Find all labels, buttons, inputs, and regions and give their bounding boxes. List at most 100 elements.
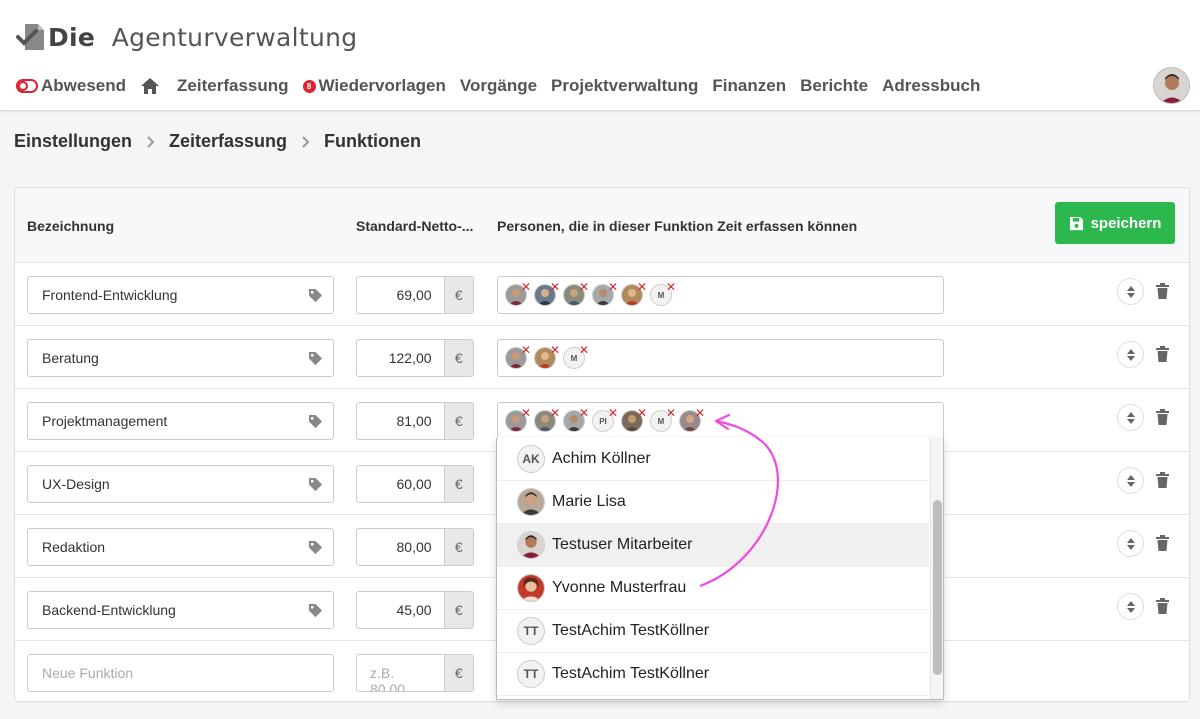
app-logo[interactable]: Die Agenturverwaltung xyxy=(16,22,357,52)
sort-button[interactable] xyxy=(1117,278,1144,305)
remove-x-icon[interactable]: ✕ xyxy=(608,407,618,419)
currency-addon: € xyxy=(443,655,473,691)
delete-button[interactable] xyxy=(1156,535,1169,556)
sort-button[interactable] xyxy=(1117,467,1144,494)
rate-input-group[interactable]: 122,00 € xyxy=(356,339,474,377)
person-chip: ✕ xyxy=(505,281,531,306)
remove-x-icon[interactable]: ✕ xyxy=(521,407,531,419)
rate-input-group[interactable]: 80,00 € xyxy=(356,528,474,566)
persons-select[interactable]: ✕ ✕ ✕ PI ✕ ✕ M ✕ ✕ xyxy=(497,402,944,440)
sort-button[interactable] xyxy=(1117,404,1144,431)
sort-icon xyxy=(1126,600,1135,613)
option-avatar: TT xyxy=(517,617,545,645)
currency-addon: € xyxy=(443,340,473,376)
remove-x-icon[interactable]: ✕ xyxy=(695,407,705,419)
person-chip: ✕ xyxy=(679,407,705,432)
nav-zeiterfassung[interactable]: Zeiterfassung xyxy=(177,76,288,96)
currency-addon: € xyxy=(443,403,473,439)
function-name-input[interactable]: Projektmanagement xyxy=(27,402,334,440)
sort-button[interactable] xyxy=(1117,593,1144,620)
remove-x-icon[interactable]: ✕ xyxy=(521,344,531,356)
rate-input[interactable]: 69,00 xyxy=(357,277,444,313)
function-name-input[interactable]: Frontend-Entwicklung xyxy=(27,276,334,314)
breadcrumb-einstellungen[interactable]: Einstellungen xyxy=(14,131,132,152)
dropdown-option[interactable]: Testuser Mitarbeiter xyxy=(497,524,929,567)
scrollbar-thumb[interactable] xyxy=(933,500,942,675)
remove-x-icon[interactable]: ✕ xyxy=(637,407,647,419)
rate-input[interactable]: 81,00 xyxy=(357,403,444,439)
dropdown-scrollbar[interactable] xyxy=(930,438,943,699)
persons-select[interactable]: ✕ ✕ M ✕ xyxy=(497,339,944,377)
nav-adressbuch-label: Adressbuch xyxy=(882,76,981,95)
app-header: Die Agenturverwaltung Abwesend Zeiterfas… xyxy=(0,0,1200,111)
rate-input[interactable]: 122,00 xyxy=(357,340,444,376)
function-name-input[interactable]: Backend-Entwicklung xyxy=(27,591,334,629)
user-avatar[interactable] xyxy=(1153,67,1190,104)
nav-finanzen[interactable]: Finanzen xyxy=(712,76,786,96)
remove-x-icon[interactable]: ✕ xyxy=(579,407,589,419)
remove-x-icon[interactable]: ✕ xyxy=(521,281,531,293)
remove-x-icon[interactable]: ✕ xyxy=(666,281,676,293)
function-row: Beratung 122,00 € ✕ ✕ M ✕ xyxy=(15,326,1189,389)
dropdown-option[interactable]: Marie Lisa xyxy=(497,481,929,524)
remove-x-icon[interactable]: ✕ xyxy=(550,344,560,356)
breadcrumb: Einstellungen Zeiterfassung Funktionen xyxy=(14,131,421,152)
new-rate-input-group[interactable]: z.B. 80,00 € xyxy=(356,654,474,692)
delete-button[interactable] xyxy=(1156,346,1169,367)
person-chip: ✕ xyxy=(534,344,560,369)
persons-select[interactable]: ✕ ✕ ✕ ✕ ✕ M ✕ xyxy=(497,276,944,314)
rate-input-group[interactable]: 81,00 € xyxy=(356,402,474,440)
tag-icon xyxy=(308,351,323,369)
remove-x-icon[interactable]: ✕ xyxy=(637,281,647,293)
function-name-input[interactable]: UX-Design xyxy=(27,465,334,503)
table-header: Bezeichnung Standard-Netto-... Personen,… xyxy=(15,188,1189,263)
dropdown-option[interactable]: AK Achim Köllner xyxy=(497,438,929,481)
save-button[interactable]: speichern xyxy=(1055,202,1175,244)
nav-adressbuch[interactable]: Adressbuch xyxy=(882,76,980,96)
dropdown-option[interactable]: TT TestAchim TestKöllner xyxy=(497,610,929,653)
remove-x-icon[interactable]: ✕ xyxy=(550,407,560,419)
rate-input-group[interactable]: 69,00 € xyxy=(356,276,474,314)
delete-button[interactable] xyxy=(1156,283,1169,304)
rate-input-group[interactable]: 60,00 € xyxy=(356,465,474,503)
rate-input[interactable]: 60,00 xyxy=(357,466,444,502)
new-function-placeholder: Neue Funktion xyxy=(42,665,134,681)
delete-button[interactable] xyxy=(1156,472,1169,493)
dropdown-option[interactable]: TT TestAchim TestKöllner xyxy=(497,653,929,696)
remove-x-icon[interactable]: ✕ xyxy=(666,407,676,419)
remove-x-icon[interactable]: ✕ xyxy=(579,281,589,293)
rate-input[interactable]: 45,00 xyxy=(357,592,444,628)
sort-icon xyxy=(1126,285,1135,298)
remove-x-icon[interactable]: ✕ xyxy=(608,281,618,293)
person-select-dropdown[interactable]: AK Achim Köllner Marie Lisa Testuser Mitarb… xyxy=(496,438,944,700)
nav-vorgaenge[interactable]: Vorgänge xyxy=(460,76,537,96)
new-function-input[interactable]: Neue Funktion xyxy=(27,654,334,692)
remove-x-icon[interactable]: ✕ xyxy=(550,281,560,293)
person-chip: ✕ xyxy=(534,407,560,432)
function-name-input[interactable]: Redaktion xyxy=(27,528,334,566)
nav-wiedervorlagen[interactable]: 8 Wiedervorlagen xyxy=(302,76,446,96)
trash-icon xyxy=(1156,598,1169,614)
delete-button[interactable] xyxy=(1156,598,1169,619)
function-name-input[interactable]: Beratung xyxy=(27,339,334,377)
chevron-right-icon xyxy=(301,135,310,149)
nav-abwesend[interactable]: Abwesend xyxy=(16,76,126,96)
nav-berichte[interactable]: Berichte xyxy=(800,76,868,96)
dropdown-option[interactable]: Yvonne Musterfrau xyxy=(497,567,929,610)
new-rate-input[interactable]: z.B. 80,00 xyxy=(357,655,444,691)
breadcrumb-zeiterfassung[interactable]: Zeiterfassung xyxy=(169,131,287,152)
rate-input[interactable]: 80,00 xyxy=(357,529,444,565)
trash-icon xyxy=(1156,283,1169,299)
sort-button[interactable] xyxy=(1117,530,1144,557)
sort-button[interactable] xyxy=(1117,341,1144,368)
tag-icon xyxy=(308,540,323,558)
nav-zeiterfassung-label: Zeiterfassung xyxy=(177,76,289,95)
option-avatar xyxy=(517,531,545,559)
rate-input-group[interactable]: 45,00 € xyxy=(356,591,474,629)
nav-projektverwaltung[interactable]: Projektverwaltung xyxy=(551,76,698,96)
remove-x-icon[interactable]: ✕ xyxy=(579,344,589,356)
nav-home[interactable] xyxy=(140,77,163,95)
delete-button[interactable] xyxy=(1156,409,1169,430)
tag-icon xyxy=(308,414,323,432)
option-avatar xyxy=(517,574,545,602)
